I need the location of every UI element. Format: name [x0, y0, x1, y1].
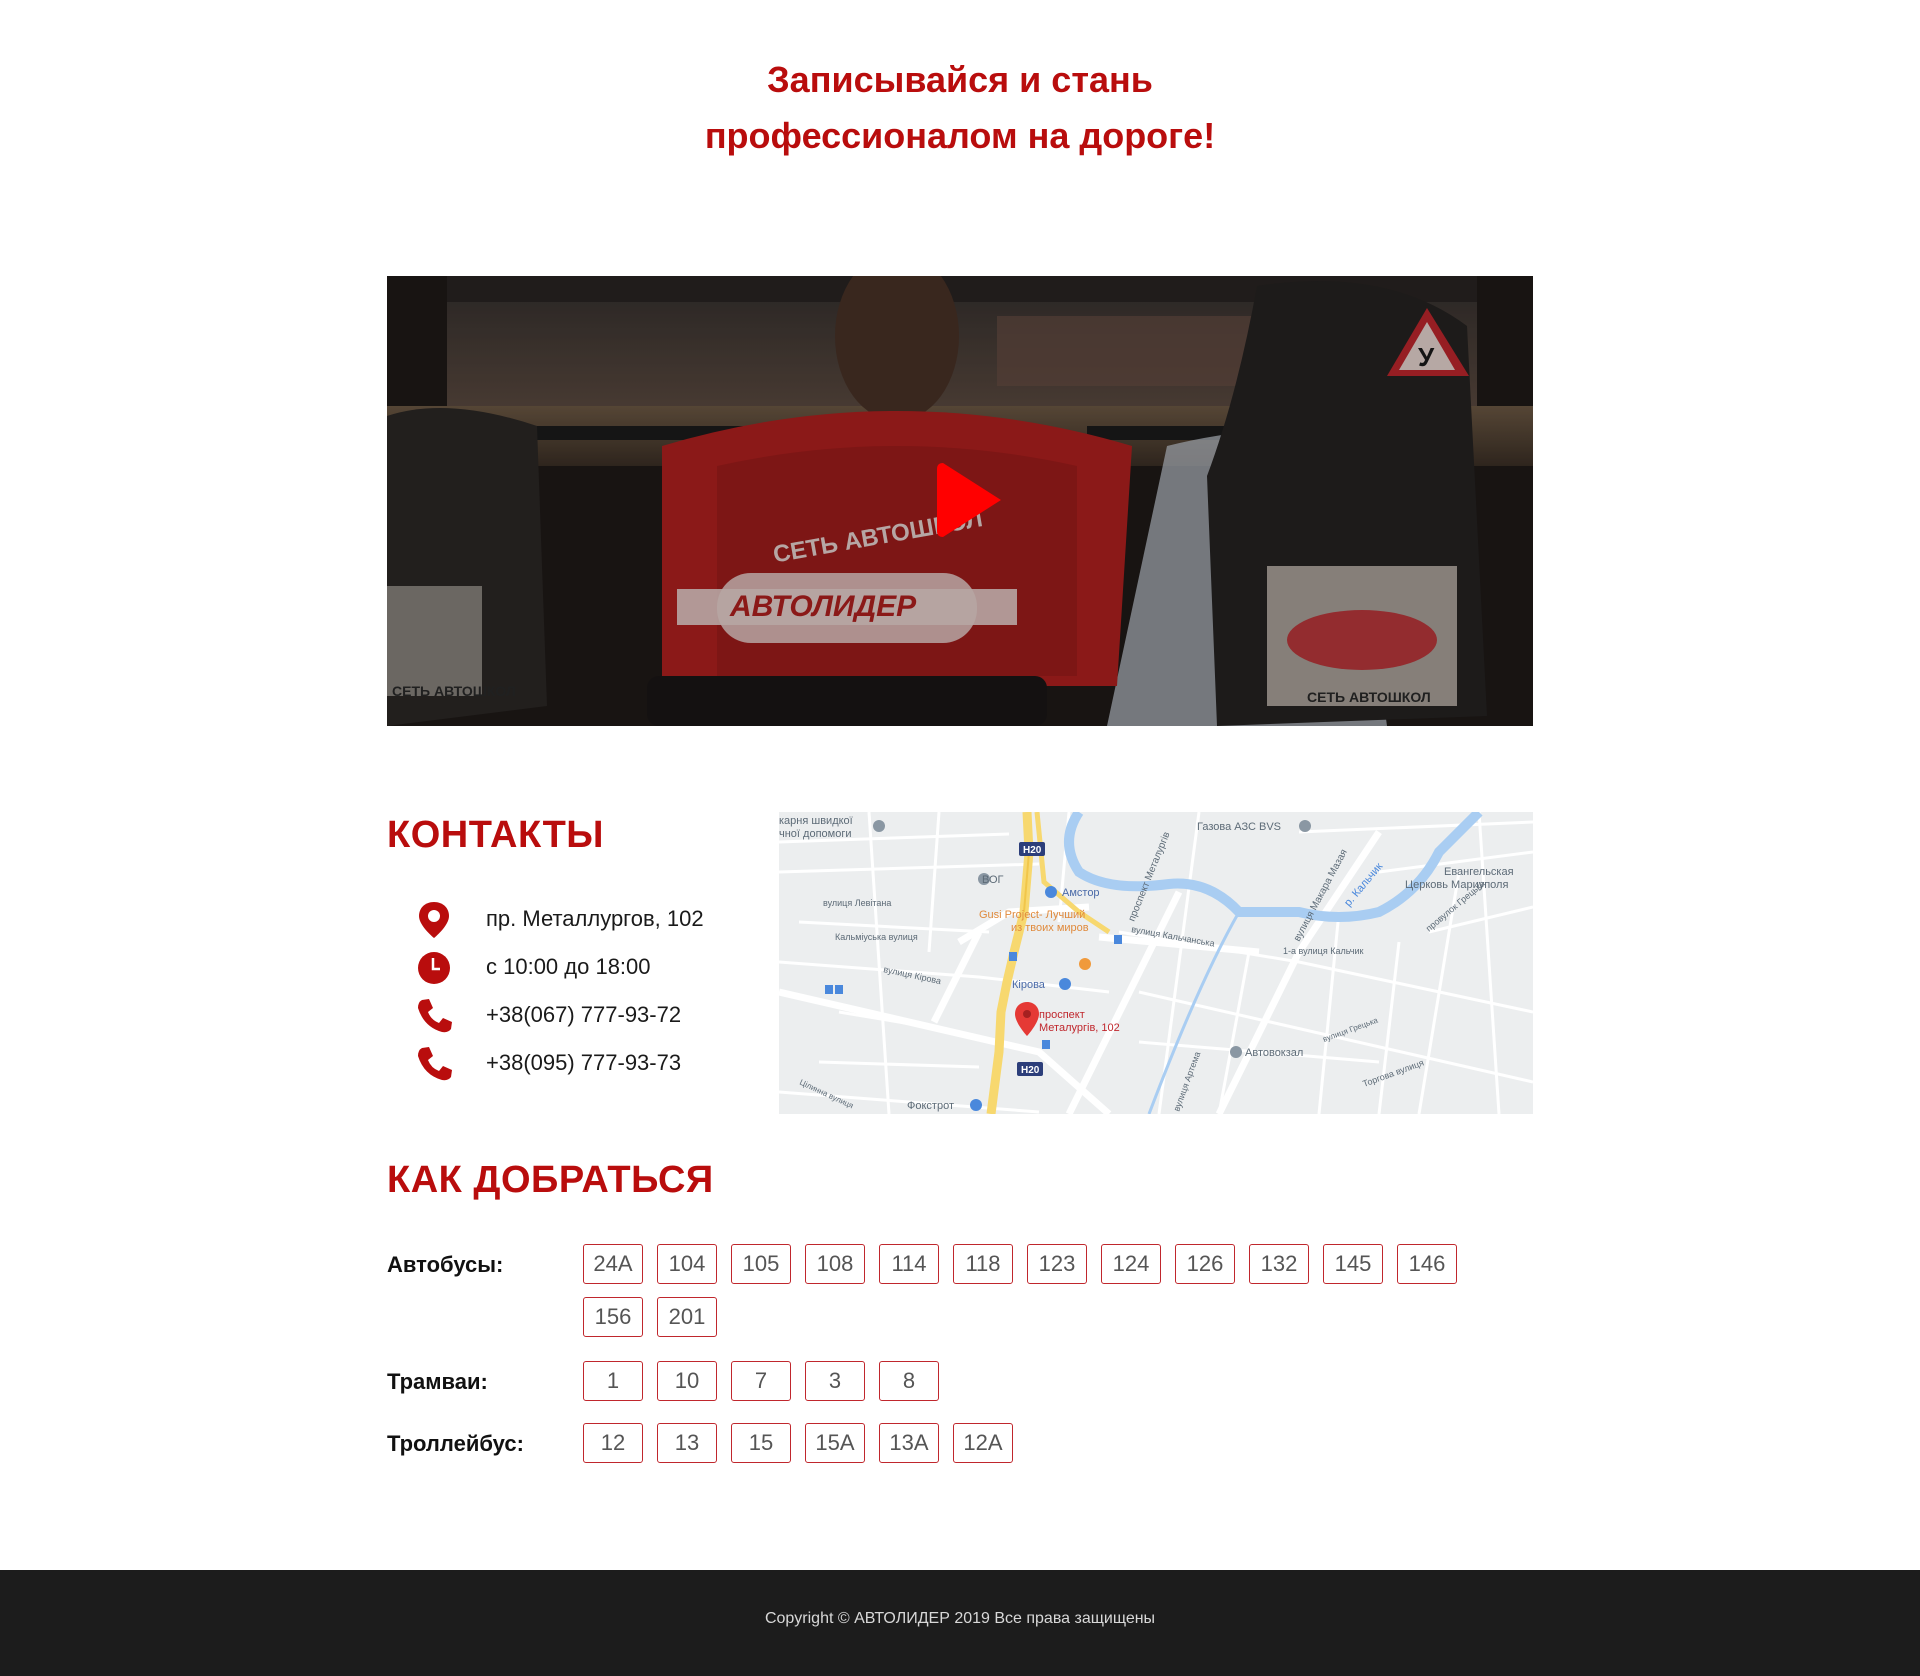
- route-chip[interactable]: 7: [731, 1361, 791, 1401]
- map-label-gusi-1: Gusi Project- Лучший: [979, 909, 1085, 921]
- contact-list: пр. Металлургов, 102 с 10:00 до 18:00 +3…: [410, 896, 750, 1088]
- route-chip[interactable]: 105: [731, 1244, 791, 1284]
- map-label-levitana: вулиця Левітана: [823, 898, 891, 908]
- route-chip[interactable]: 124: [1101, 1244, 1161, 1284]
- map-label-kirova: Кірова: [1012, 979, 1046, 991]
- phone-1-text[interactable]: +38(067) 777-93-72: [486, 1002, 681, 1028]
- map-canvas: H20 H20 карня швидкої чної допомоги Газо…: [779, 812, 1533, 1114]
- route-chip[interactable]: 1: [583, 1361, 643, 1401]
- routes-title: КАК ДОБРАТЬСЯ: [387, 1159, 714, 1201]
- tram-label: Трамваи:: [387, 1369, 488, 1394]
- map-label-church-2: Церковь Мариуполя: [1405, 879, 1508, 891]
- route-chip[interactable]: 8: [879, 1361, 939, 1401]
- route-chip[interactable]: 13А: [879, 1423, 939, 1463]
- route-chip[interactable]: 13: [657, 1423, 717, 1463]
- contact-hours: с 10:00 до 18:00: [410, 944, 750, 992]
- map-label-ambulance-2: чної допомоги: [779, 828, 851, 840]
- route-chip[interactable]: 123: [1027, 1244, 1087, 1284]
- contacts-title: КОНТАКТЫ: [387, 814, 605, 856]
- map-label-kalchyk-1: 1-а вулиця Кальчик: [1283, 946, 1364, 956]
- route-chip[interactable]: 24А: [583, 1244, 643, 1284]
- contact-address: пр. Металлургов, 102: [410, 896, 750, 944]
- map-label-ambulance: карня швидкої: [779, 815, 853, 827]
- map-label-avtovokzal: Автовокзал: [1245, 1047, 1303, 1059]
- route-chip[interactable]: 12А: [953, 1423, 1013, 1463]
- map-label-church-1: Евангельская: [1444, 866, 1514, 878]
- route-chip[interactable]: 3: [805, 1361, 865, 1401]
- route-chip[interactable]: 12: [583, 1423, 643, 1463]
- map-label-gusi-2: из твоих миров: [1011, 922, 1089, 934]
- route-chip[interactable]: 108: [805, 1244, 865, 1284]
- map-label-foxtrot: Фокстрот: [907, 1100, 954, 1112]
- route-chip[interactable]: 156: [583, 1297, 643, 1337]
- hero-title-line-1: Записывайся и стань: [767, 59, 1153, 100]
- route-chip[interactable]: 126: [1175, 1244, 1235, 1284]
- address-text: пр. Металлургов, 102: [486, 906, 704, 931]
- copyright-text: Copyright © АВТОЛИДЕР 2019 Все права защ…: [764, 1610, 1156, 1627]
- map-label-vog: ВОГ: [982, 874, 1004, 886]
- footer: Copyright © АВТОЛИДЕР 2019 Все права защ…: [0, 1570, 1920, 1676]
- route-chip[interactable]: 15: [731, 1423, 791, 1463]
- route-chip[interactable]: 145: [1323, 1244, 1383, 1284]
- map-label-amstor: Амстор: [1062, 887, 1100, 899]
- contact-phone-2[interactable]: +38(095) 777-93-73: [410, 1040, 750, 1088]
- route-chip[interactable]: 132: [1249, 1244, 1309, 1284]
- map-label-h20-bottom: H20: [1021, 1065, 1040, 1076]
- map-label-h20-top: H20: [1023, 845, 1042, 856]
- phone-icon: [418, 1047, 452, 1081]
- route-chip[interactable]: 118: [953, 1244, 1013, 1284]
- hours-text: с 10:00 до 18:00: [486, 954, 651, 979]
- trolleybus-label: Троллейбус:: [387, 1431, 524, 1456]
- map-label-pin-2: Металургів, 102: [1039, 1022, 1120, 1034]
- route-chip[interactable]: 15А: [805, 1423, 865, 1463]
- route-chip[interactable]: 201: [657, 1297, 717, 1337]
- hero-title-line-2: профессионалом на дороге!: [704, 115, 1216, 156]
- clock-icon: [418, 952, 450, 984]
- phone-2-text[interactable]: +38(095) 777-93-73: [486, 1050, 681, 1076]
- route-chip[interactable]: 114: [879, 1244, 939, 1284]
- route-chip[interactable]: 10: [657, 1361, 717, 1401]
- page: Записывайся и стань профессионалом на до…: [0, 0, 1920, 1676]
- hero-title: Записывайся и стань профессионалом на до…: [0, 52, 1920, 164]
- location-map[interactable]: H20 H20 карня швидкої чної допомоги Газо…: [779, 812, 1533, 1114]
- map-label-gas-station: Газова АЗС BVS: [1197, 821, 1281, 833]
- phone-icon: [418, 999, 452, 1033]
- map-pin-icon: [419, 902, 449, 938]
- map-label-pin-1: проспект: [1039, 1009, 1085, 1021]
- video-player[interactable]: СЕТЬ АВТОШКОЛ У СЕТЬ АВТОШКОЛ СЕТЬ АВТОШ…: [387, 276, 1533, 726]
- route-chip[interactable]: 146: [1397, 1244, 1457, 1284]
- contact-phone-1[interactable]: +38(067) 777-93-72: [410, 992, 750, 1040]
- map-label-kalmius: Кальміуська вулиця: [835, 932, 918, 942]
- play-icon[interactable]: [935, 459, 1005, 541]
- route-chip[interactable]: 104: [657, 1244, 717, 1284]
- bus-label: Автобусы:: [387, 1252, 504, 1277]
